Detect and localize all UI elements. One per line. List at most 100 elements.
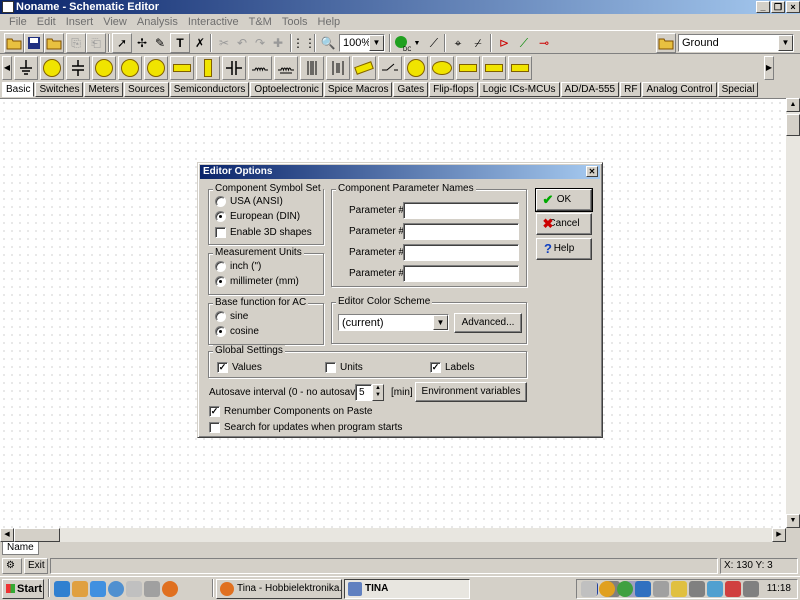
task-tina[interactable]: TINA [344,579,470,599]
tray-icon-9[interactable] [725,581,741,597]
tab-semiconductors[interactable]: Semiconductors [169,82,250,97]
tray-icon-1[interactable] [581,581,597,597]
open-folder-icon[interactable] [4,33,24,53]
switch-component-icon[interactable] [378,56,402,80]
explorer-icon[interactable] [90,581,106,597]
enable-3d-checkbox[interactable] [215,227,226,238]
dc-analysis-icon[interactable]: DC [392,33,412,53]
copy-icon[interactable]: ⎘ [66,33,86,53]
autosave-input[interactable]: 5 [355,384,372,401]
firefox-quick-icon[interactable] [162,581,178,597]
search-updates-checkbox[interactable] [209,422,220,433]
open-file-icon[interactable] [44,33,64,53]
document-tab-name[interactable]: Name [2,542,39,555]
zoom-select[interactable]: 100% ▼ [339,34,385,52]
redo-icon[interactable]: ↷ [250,33,270,53]
tray-icon-7[interactable] [689,581,705,597]
transformer2-component-icon[interactable] [326,56,350,80]
quicklaunch-icon[interactable] [72,581,88,597]
environment-variables-button[interactable]: Environment variables [415,382,527,402]
exit-button[interactable]: Exit [24,558,48,574]
parameter-3-input[interactable] [403,244,519,261]
parameter-1-input[interactable] [403,202,519,219]
capacitor-source-icon[interactable] [66,56,90,80]
text-icon[interactable]: T [170,33,190,53]
resistor2-component-icon[interactable] [482,56,506,80]
minimize-button[interactable]: _ [756,1,770,13]
scroll-right-icon[interactable]: ▶ [772,528,786,542]
dc-dropdown-icon[interactable]: ▼ [412,33,422,53]
impedance-component-icon[interactable] [508,56,532,80]
transformer-component-icon[interactable] [300,56,324,80]
wire-tool-icon[interactable]: ⟋ [514,33,534,53]
grid-icon[interactable]: ⋮⋮ [292,33,316,53]
ammeter-component-icon[interactable] [144,56,168,80]
resistor-vertical-icon[interactable] [196,56,220,80]
menu-tm[interactable]: T&M [244,16,277,28]
marker-icon[interactable]: ⊸ [534,33,554,53]
paste-icon[interactable]: ⎗ [86,33,106,53]
fuse-component-icon[interactable] [352,56,376,80]
parameter-4-input[interactable] [403,265,519,282]
tab-gates[interactable]: Gates [393,82,429,97]
scroll-left-icon[interactable]: ◀ [0,528,14,542]
network-icon[interactable] [144,581,160,597]
vertical-scrollbar[interactable]: ▲ ▼ [786,98,800,528]
scroll-up-icon[interactable]: ▲ [786,98,800,112]
menu-view[interactable]: View [98,16,132,28]
autosave-spinner[interactable]: ▲ ▼ [372,384,384,401]
millimeter-radio[interactable] [215,276,226,287]
tab-rf[interactable]: RF [620,82,642,97]
task-firefox[interactable]: Tina - Hobbielektronika.h... [216,579,342,599]
restore-button[interactable]: ❐ [771,1,785,13]
tab-analog-control[interactable]: Analog Control [642,82,717,97]
probe-icon[interactable]: ⟋ [424,33,444,53]
tab-flip-flops[interactable]: Flip-flops [429,82,478,97]
color-scheme-select[interactable]: (current) ▼ [338,314,449,331]
voltmeter-icon[interactable]: ⌖ [448,33,468,53]
european-din-radio[interactable] [215,211,226,222]
inductor-component-icon[interactable] [248,56,272,80]
pointer-icon[interactable]: ➚ [112,33,132,53]
undo-icon[interactable]: ↶ [232,33,252,53]
scroll-down-icon[interactable]: ▼ [786,514,800,528]
ground-component-icon[interactable] [14,56,38,80]
diode-icon[interactable]: ⊳ [494,33,514,53]
units-checkbox[interactable] [325,362,336,373]
capacitor-component-icon[interactable] [222,56,246,80]
settings-gear-icon[interactable]: ⚙ [2,558,22,574]
close-button[interactable]: × [786,1,800,13]
menu-interactive[interactable]: Interactive [183,16,244,28]
motor-component-icon[interactable] [430,56,454,80]
labels-checkbox[interactable]: ✓ [430,362,441,373]
tray-icon-5[interactable] [653,581,669,597]
ok-button[interactable]: ✔ OK [535,188,593,212]
renumber-checkbox[interactable]: ✓ [209,406,220,417]
tab-adda-555[interactable]: AD/DA-555 [560,82,620,97]
menu-file[interactable]: File [4,16,32,28]
ie-icon[interactable] [54,581,70,597]
scroll-left-icon[interactable]: ◀ [2,56,12,80]
tray-icon-4[interactable] [635,581,651,597]
inch-radio[interactable] [215,261,226,272]
tab-switches[interactable]: Switches [35,82,84,97]
potentiometer-component-icon[interactable] [456,56,480,80]
tab-optoelectronic[interactable]: Optoelectronic [250,82,323,97]
advanced-button[interactable]: Advanced... [454,313,522,333]
battery-component-icon[interactable] [40,56,64,80]
wire-cursor-icon[interactable]: ✢ [132,33,152,53]
tab-spice-macros[interactable]: Spice Macros [323,82,393,97]
start-button[interactable]: Start [2,579,44,599]
cancel-button[interactable]: ✖ Cancel [536,213,592,235]
volume-icon[interactable] [743,581,759,597]
tray-icon-6[interactable] [671,581,687,597]
tray-icon-3[interactable] [617,581,633,597]
dialog-close-button[interactable]: ✕ [586,166,598,177]
menu-tools[interactable]: Tools [277,16,313,28]
tray-icon-2[interactable] [599,581,615,597]
menu-edit[interactable]: Edit [32,16,61,28]
cosine-radio[interactable] [215,326,226,337]
help-button[interactable]: ? Help [536,238,592,260]
cut-icon[interactable]: ✂ [214,33,234,53]
component-search-select[interactable]: Ground ▼ [678,34,794,52]
